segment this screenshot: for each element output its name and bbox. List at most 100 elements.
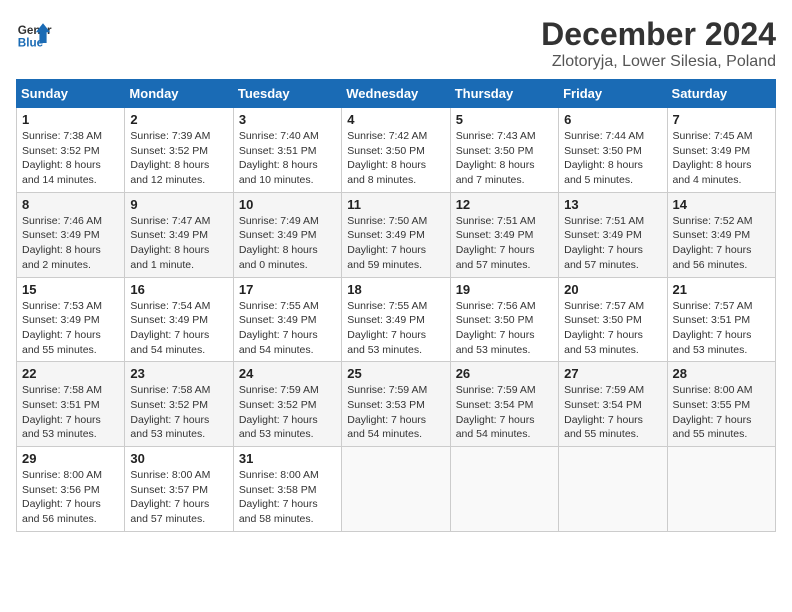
calendar-day-cell: 30 Sunrise: 8:00 AMSunset: 3:57 PMDayligh… [125,447,233,532]
calendar-header-cell: Wednesday [342,80,450,108]
day-info: Sunrise: 7:44 AMSunset: 3:50 PMDaylight:… [564,129,661,188]
calendar-day-cell [559,447,667,532]
logo: General Blue [16,16,52,52]
calendar-week-row: 1 Sunrise: 7:38 AMSunset: 3:52 PMDaylight… [17,108,776,193]
calendar-day-cell [342,447,450,532]
day-number: 3 [239,112,336,127]
day-number: 12 [456,197,553,212]
day-info: Sunrise: 7:57 AMSunset: 3:51 PMDaylight:… [673,299,770,358]
day-number: 4 [347,112,444,127]
day-info: Sunrise: 7:43 AMSunset: 3:50 PMDaylight:… [456,129,553,188]
day-info: Sunrise: 7:54 AMSunset: 3:49 PMDaylight:… [130,299,227,358]
day-number: 2 [130,112,227,127]
calendar-header: SundayMondayTuesdayWednesdayThursdayFrid… [17,80,776,108]
day-info: Sunrise: 7:55 AMSunset: 3:49 PMDaylight:… [239,299,336,358]
calendar-day-cell: 15 Sunrise: 7:53 AMSunset: 3:49 PMDayligh… [17,277,125,362]
day-number: 24 [239,366,336,381]
calendar-day-cell: 4 Sunrise: 7:42 AMSunset: 3:50 PMDaylight… [342,108,450,193]
day-info: Sunrise: 7:50 AMSunset: 3:49 PMDaylight:… [347,214,444,273]
calendar-header-cell: Thursday [450,80,558,108]
day-number: 1 [22,112,119,127]
calendar-week-row: 8Sunrise: 7:46 AMSunset: 3:49 PMDaylight… [17,192,776,277]
calendar-day-cell: 27Sunrise: 7:59 AMSunset: 3:54 PMDayligh… [559,362,667,447]
title-block: December 2024 Zlotoryja, Lower Silesia, … [541,16,776,71]
day-info: Sunrise: 7:59 AMSunset: 3:52 PMDaylight:… [239,383,336,442]
calendar-day-cell: 13Sunrise: 7:51 AMSunset: 3:49 PMDayligh… [559,192,667,277]
day-info: Sunrise: 8:00 AMSunset: 3:57 PMDaylight:… [130,468,227,527]
day-number: 29 [22,451,119,466]
day-info: Sunrise: 8:00 AMSunset: 3:58 PMDaylight:… [239,468,336,527]
day-info: Sunrise: 7:46 AMSunset: 3:49 PMDaylight:… [22,214,119,273]
calendar-header-cell: Monday [125,80,233,108]
day-number: 27 [564,366,661,381]
calendar-day-cell: 14Sunrise: 7:52 AMSunset: 3:49 PMDayligh… [667,192,775,277]
calendar-day-cell: 7 Sunrise: 7:45 AMSunset: 3:49 PMDaylight… [667,108,775,193]
day-info: Sunrise: 8:00 AMSunset: 3:55 PMDaylight:… [673,383,770,442]
calendar-day-cell: 18 Sunrise: 7:55 AMSunset: 3:49 PMDayligh… [342,277,450,362]
day-info: Sunrise: 7:55 AMSunset: 3:49 PMDaylight:… [347,299,444,358]
page-header: General Blue December 2024 Zlotoryja, Lo… [16,16,776,71]
day-info: Sunrise: 7:51 AMSunset: 3:49 PMDaylight:… [456,214,553,273]
day-info: Sunrise: 7:38 AMSunset: 3:52 PMDaylight:… [22,129,119,188]
day-number: 26 [456,366,553,381]
day-number: 19 [456,282,553,297]
calendar-day-cell: 22Sunrise: 7:58 AMSunset: 3:51 PMDayligh… [17,362,125,447]
day-number: 16 [130,282,227,297]
day-number: 17 [239,282,336,297]
day-number: 28 [673,366,770,381]
day-number: 14 [673,197,770,212]
day-number: 18 [347,282,444,297]
day-number: 31 [239,451,336,466]
calendar-day-cell: 23Sunrise: 7:58 AMSunset: 3:52 PMDayligh… [125,362,233,447]
day-info: Sunrise: 7:42 AMSunset: 3:50 PMDaylight:… [347,129,444,188]
day-info: Sunrise: 7:59 AMSunset: 3:54 PMDaylight:… [456,383,553,442]
calendar-header-cell: Friday [559,80,667,108]
day-info: Sunrise: 7:53 AMSunset: 3:49 PMDaylight:… [22,299,119,358]
day-number: 30 [130,451,227,466]
calendar-day-cell: 21 Sunrise: 7:57 AMSunset: 3:51 PMDayligh… [667,277,775,362]
day-number: 22 [22,366,119,381]
day-number: 15 [22,282,119,297]
day-info: Sunrise: 7:40 AMSunset: 3:51 PMDaylight:… [239,129,336,188]
calendar-day-cell: 31 Sunrise: 8:00 AMSunset: 3:58 PMDayligh… [233,447,341,532]
day-info: Sunrise: 7:45 AMSunset: 3:49 PMDaylight:… [673,129,770,188]
calendar-day-cell: 5 Sunrise: 7:43 AMSunset: 3:50 PMDaylight… [450,108,558,193]
day-number: 13 [564,197,661,212]
calendar-day-cell: 25Sunrise: 7:59 AMSunset: 3:53 PMDayligh… [342,362,450,447]
calendar-day-cell: 11 Sunrise: 7:50 AMSunset: 3:49 PMDayligh… [342,192,450,277]
day-info: Sunrise: 7:56 AMSunset: 3:50 PMDaylight:… [456,299,553,358]
day-number: 11 [347,197,444,212]
calendar-day-cell: 9 Sunrise: 7:47 AMSunset: 3:49 PMDaylight… [125,192,233,277]
day-info: Sunrise: 8:00 AMSunset: 3:56 PMDaylight:… [22,468,119,527]
calendar-header-cell: Sunday [17,80,125,108]
day-number: 5 [456,112,553,127]
day-number: 21 [673,282,770,297]
day-number: 7 [673,112,770,127]
calendar-day-cell: 29 Sunrise: 8:00 AMSunset: 3:56 PMDayligh… [17,447,125,532]
calendar-day-cell: 19 Sunrise: 7:56 AMSunset: 3:50 PMDayligh… [450,277,558,362]
page-title: December 2024 [541,16,776,53]
day-info: Sunrise: 7:47 AMSunset: 3:49 PMDaylight:… [130,214,227,273]
calendar-day-cell [667,447,775,532]
calendar-day-cell: 20 Sunrise: 7:57 AMSunset: 3:50 PMDayligh… [559,277,667,362]
day-number: 9 [130,197,227,212]
calendar-day-cell: 2Sunrise: 7:39 AMSunset: 3:52 PMDaylight… [125,108,233,193]
day-info: Sunrise: 7:49 AMSunset: 3:49 PMDaylight:… [239,214,336,273]
calendar-day-cell: 8Sunrise: 7:46 AMSunset: 3:49 PMDaylight… [17,192,125,277]
calendar-week-row: 29 Sunrise: 8:00 AMSunset: 3:56 PMDayligh… [17,447,776,532]
calendar-week-row: 15 Sunrise: 7:53 AMSunset: 3:49 PMDayligh… [17,277,776,362]
calendar-week-row: 22Sunrise: 7:58 AMSunset: 3:51 PMDayligh… [17,362,776,447]
calendar-day-cell: 6 Sunrise: 7:44 AMSunset: 3:50 PMDaylight… [559,108,667,193]
calendar-header-cell: Tuesday [233,80,341,108]
calendar-day-cell: 17 Sunrise: 7:55 AMSunset: 3:49 PMDayligh… [233,277,341,362]
calendar-day-cell: 1 Sunrise: 7:38 AMSunset: 3:52 PMDaylight… [17,108,125,193]
calendar-day-cell: 24 Sunrise: 7:59 AMSunset: 3:52 PMDayligh… [233,362,341,447]
day-number: 6 [564,112,661,127]
calendar-day-cell: 16 Sunrise: 7:54 AMSunset: 3:49 PMDayligh… [125,277,233,362]
day-info: Sunrise: 7:57 AMSunset: 3:50 PMDaylight:… [564,299,661,358]
calendar-header-cell: Saturday [667,80,775,108]
day-number: 20 [564,282,661,297]
calendar-day-cell: 10Sunrise: 7:49 AMSunset: 3:49 PMDayligh… [233,192,341,277]
calendar-day-cell: 3 Sunrise: 7:40 AMSunset: 3:51 PMDaylight… [233,108,341,193]
day-number: 23 [130,366,227,381]
